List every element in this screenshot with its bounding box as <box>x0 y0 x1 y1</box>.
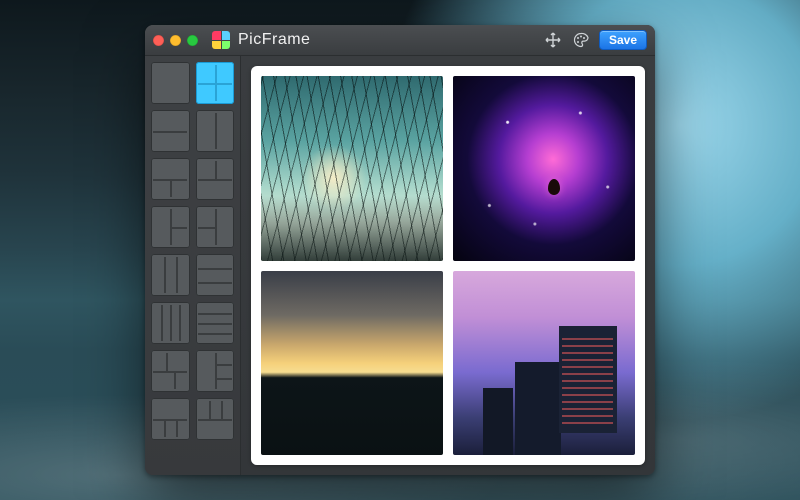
layout-template-1x1[interactable] <box>151 62 190 104</box>
layout-template-3-rows[interactable] <box>196 254 235 296</box>
zoom-window-button[interactable] <box>187 35 198 46</box>
layout-template-2v-beside-1[interactable] <box>196 206 235 248</box>
photo-slot-2[interactable] <box>453 76 635 261</box>
close-window-button[interactable] <box>153 35 164 46</box>
layout-template-3h-plus-1[interactable] <box>196 398 235 440</box>
layout-template-1-plus-3h[interactable] <box>151 398 190 440</box>
app-logo-icon <box>212 31 230 49</box>
layout-template-3-cols[interactable] <box>151 254 190 296</box>
minimize-window-button[interactable] <box>170 35 181 46</box>
layout-template-1-plus-3v[interactable] <box>196 350 235 392</box>
photo-slot-4[interactable] <box>453 271 635 456</box>
collage-canvas[interactable] <box>251 66 645 465</box>
canvas-area <box>241 56 655 475</box>
photo-slot-3[interactable] <box>261 271 443 456</box>
layout-template-2-over-1[interactable] <box>196 158 235 200</box>
desktop-wallpaper: PicFrame Save <box>0 0 800 500</box>
layout-template-1-beside-2v[interactable] <box>151 206 190 248</box>
layout-template-2-over-2-alt[interactable] <box>151 350 190 392</box>
layout-template-4-cols[interactable] <box>151 302 190 344</box>
move-tool-icon[interactable] <box>543 30 563 50</box>
app-body <box>145 56 655 475</box>
layout-templates-sidebar <box>145 56 241 475</box>
titlebar: PicFrame Save <box>145 25 655 56</box>
layout-template-4-rows[interactable] <box>196 302 235 344</box>
app-title: PicFrame <box>238 31 310 49</box>
palette-tool-icon[interactable] <box>571 30 591 50</box>
layout-template-1-over-1[interactable] <box>151 110 190 152</box>
layout-template-2x2[interactable] <box>196 62 235 104</box>
layout-template-1-beside-1[interactable] <box>196 110 235 152</box>
app-window: PicFrame Save <box>145 25 655 475</box>
window-controls <box>153 35 198 46</box>
photo-slot-1[interactable] <box>261 76 443 261</box>
save-button[interactable]: Save <box>599 30 647 50</box>
layout-template-1-over-2[interactable] <box>151 158 190 200</box>
